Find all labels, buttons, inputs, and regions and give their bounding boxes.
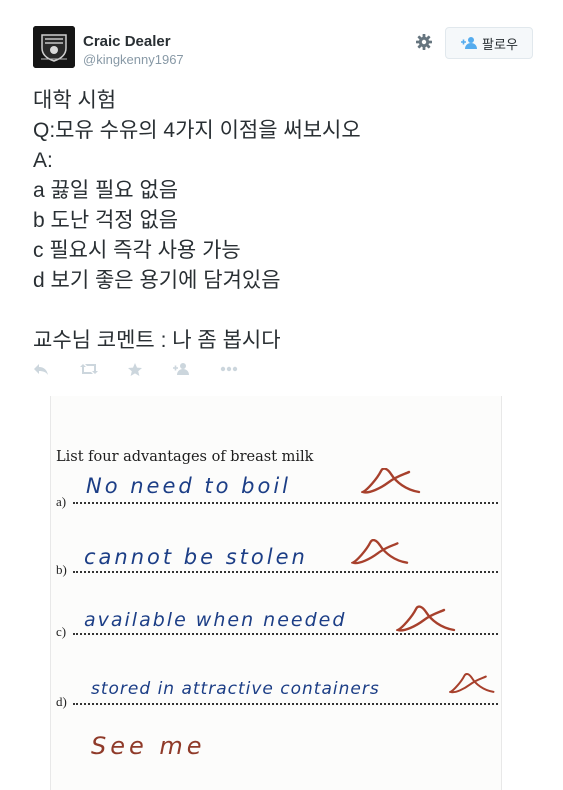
follow-button[interactable]: 팔로우 <box>445 27 533 59</box>
tweet-photo[interactable]: List four advantages of breast milk a) N… <box>45 396 502 790</box>
avatar-crest-icon <box>33 26 75 68</box>
tweet-line: 교수님 코멘트 : 나 좀 봅시다 <box>33 329 281 352</box>
retweet-icon[interactable] <box>79 362 99 376</box>
answer-line <box>73 571 498 573</box>
avatar[interactable] <box>33 26 75 68</box>
exam-question: List four advantages of breast milk <box>56 449 314 465</box>
alpha-mark <box>351 539 409 565</box>
tweet-line: b 도난 걱정 없음 <box>33 209 179 232</box>
tweet-line: 대학 시험 <box>33 89 117 112</box>
answer-label: c) <box>56 624 67 639</box>
tweet-line: A: <box>33 149 53 172</box>
tweet-line: Q:모유 수유의 4가지 이점을 써보시오 <box>33 119 361 142</box>
gear-icon[interactable] <box>414 32 434 52</box>
answer-label: a) <box>56 494 67 509</box>
more-icon[interactable] <box>220 366 238 372</box>
answer-line <box>73 703 498 705</box>
add-user-icon <box>461 37 478 49</box>
answer-text: stored in attractive containers <box>91 679 380 699</box>
teacher-comment: See me <box>91 732 206 760</box>
answer-text: No need to boil <box>86 474 291 498</box>
tweet-line <box>33 296 361 326</box>
tweet-line: a 끓일 필요 없음 <box>33 179 179 202</box>
favorite-icon[interactable] <box>127 362 143 377</box>
tweet-line: d 보기 좋은 용기에 담겨있음 <box>33 269 281 292</box>
reply-icon[interactable] <box>33 362 49 376</box>
display-name[interactable]: Craic Dealer <box>83 33 171 50</box>
tweet-text: 대학 시험 Q:모유 수유의 4가지 이점을 써보시오 A: a 끓일 필요 없… <box>33 86 361 356</box>
answer-line <box>73 502 498 504</box>
follow-icon[interactable] <box>172 362 190 376</box>
alpha-mark <box>361 468 421 494</box>
follow-button-label: 팔로우 <box>482 36 518 52</box>
alpha-mark <box>396 605 456 632</box>
answer-label: d) <box>56 694 67 709</box>
tweet-line: c 필요시 즉각 사용 가능 <box>33 239 241 262</box>
answer-text: cannot be stolen <box>84 545 308 569</box>
exam-paper: List four advantages of breast milk a) N… <box>50 396 502 790</box>
answer-text: available when needed <box>84 609 347 631</box>
alpha-mark <box>449 672 495 694</box>
answer-label: b) <box>56 562 67 577</box>
user-handle[interactable]: @kingkenny1967 <box>83 52 184 67</box>
